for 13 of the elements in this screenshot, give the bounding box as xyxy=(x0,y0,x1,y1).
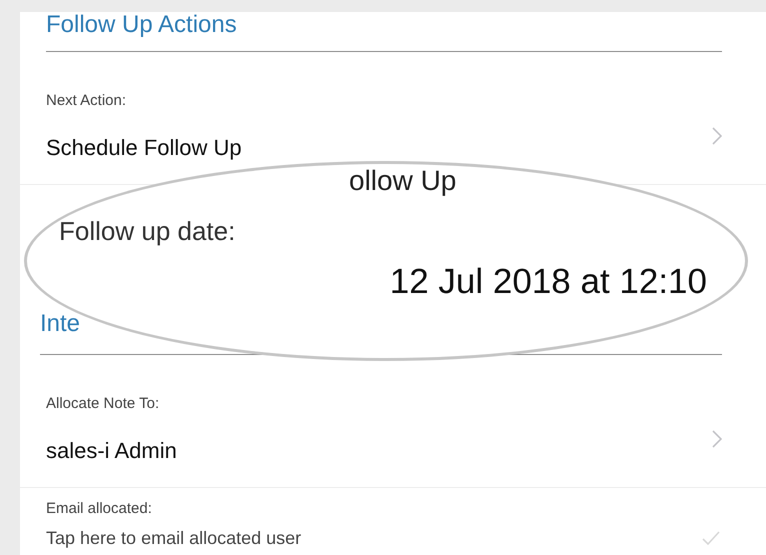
magnified-label: Follow up date: xyxy=(59,216,236,246)
section-title: Follow Up Actions xyxy=(46,12,237,39)
magnified-value: 12 Jul 2018 at 12:10 xyxy=(390,262,707,302)
field-label: Email allocated: xyxy=(46,500,153,518)
field-label: Next Action: xyxy=(46,92,128,110)
field-label: Allocate Note To: xyxy=(46,395,160,413)
field-value[interactable]: Schedule Follow Up xyxy=(46,136,242,160)
field-value[interactable]: sales-i Admin xyxy=(46,439,177,463)
chevron-icon xyxy=(712,127,722,145)
magnified-text: ollow Up xyxy=(349,166,456,196)
field-value[interactable]: Tap here to email allocated user xyxy=(46,528,302,548)
chevron-icon xyxy=(712,430,722,448)
section-title: Inte xyxy=(40,310,80,338)
